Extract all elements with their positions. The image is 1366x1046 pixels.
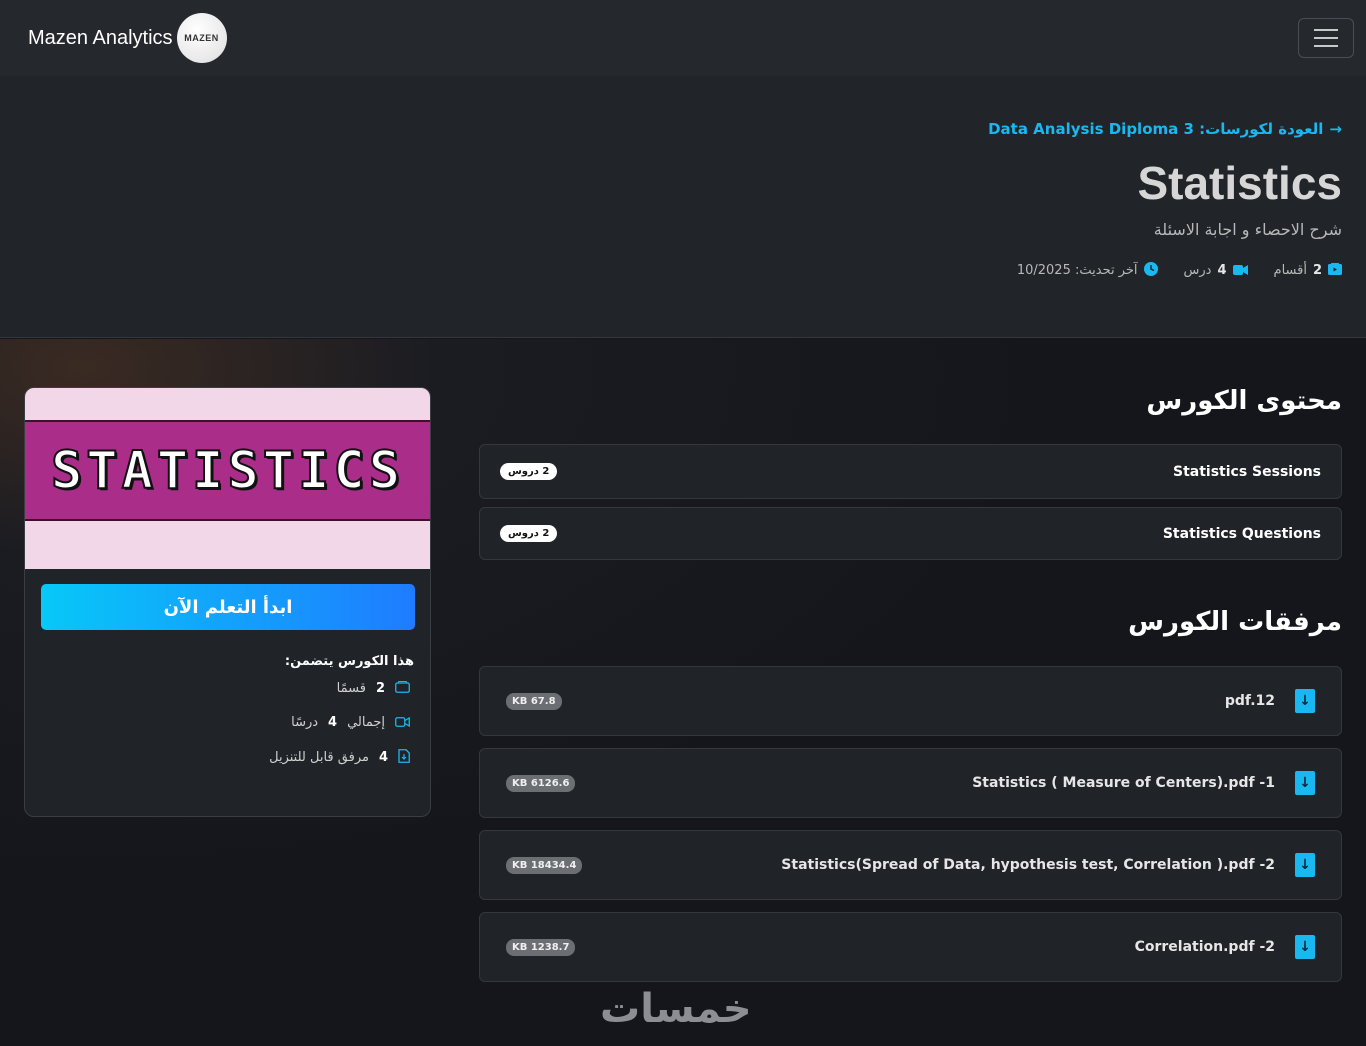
course-section-1[interactable]: 2 دروس Statistics Sessions xyxy=(479,444,1342,499)
lessons-count-badge: 2 دروس xyxy=(500,525,558,542)
course-cover-band: STATISTICS xyxy=(25,420,430,521)
watermark-logo: خمسات xyxy=(600,986,753,1032)
file-download-icon xyxy=(398,749,410,766)
include-downloads-label: مرفق قابل للتنزيل xyxy=(269,750,369,765)
attachment-item[interactable]: KB 6126.6 Statistics ( Measure of Center… xyxy=(479,748,1342,818)
include-sections: 2 قسمًا xyxy=(337,681,410,696)
attachment-info: pdf.12 ↓ xyxy=(1225,689,1315,713)
include-lessons-count: 4 xyxy=(328,715,338,730)
file-size-badge: KB 1238.7 xyxy=(506,938,576,956)
hamburger-icon-bar xyxy=(1314,29,1338,31)
back-link-label: العودة لكورسات: Data Analysis Diploma 3 xyxy=(988,120,1324,138)
meta-updated-label: آخر تحديث: 10/2025 xyxy=(1016,263,1138,278)
file-download-icon[interactable]: ↓ xyxy=(1295,935,1315,959)
includes-title: هذا الكورس يتضمن: xyxy=(284,654,414,669)
course-section-title: Statistics Sessions xyxy=(1172,463,1321,480)
file-download-icon[interactable]: ↓ xyxy=(1295,689,1315,713)
attachment-info: Statistics ( Measure of Centers).pdf -1 … xyxy=(972,771,1315,795)
course-section-2[interactable]: 2 دروس Statistics Questions xyxy=(479,507,1342,560)
start-learning-button[interactable]: ابدأ التعلم الآن xyxy=(41,584,415,630)
attachment-name: Statistics ( Measure of Centers).pdf -1 xyxy=(972,775,1275,791)
attachment-name: Correlation.pdf -2 xyxy=(1134,939,1275,955)
meta-updated: آخر تحديث: 10/2025 xyxy=(1017,262,1158,279)
file-download-icon[interactable]: ↓ xyxy=(1295,853,1315,877)
course-cover-text: STATISTICS xyxy=(50,440,405,502)
back-to-courses-link[interactable]: → العودة لكورسات: Data Analysis Diploma … xyxy=(988,120,1342,138)
include-downloads: 4 مرفق قابل للتنزيل xyxy=(269,749,410,766)
lessons-count-badge: 2 دروس xyxy=(500,463,558,480)
course-section-title: Statistics Questions xyxy=(1162,525,1321,542)
attachment-item[interactable]: KB 18434.4 Statistics(Spread of Data, hy… xyxy=(479,830,1342,900)
hamburger-icon-bar xyxy=(1314,37,1338,39)
attachment-info: Statistics(Spread of Data, hypothesis te… xyxy=(781,853,1315,877)
course-attachments-heading: مرفقات الكورس xyxy=(1128,607,1342,637)
meta-lessons: 4 درس xyxy=(1184,262,1248,279)
include-downloads-count: 4 xyxy=(378,750,388,765)
clock-icon xyxy=(1143,262,1158,279)
file-size-badge: KB 18434.4 xyxy=(506,856,583,874)
include-sections-count: 2 xyxy=(375,681,385,696)
brand-logo: MAZEN xyxy=(176,13,227,63)
attachment-name: Statistics(Spread of Data, hypothesis te… xyxy=(781,857,1275,873)
arrow-right-icon: → xyxy=(1329,120,1342,138)
video-icon xyxy=(395,716,410,730)
include-lessons-prefix: إجمالي xyxy=(347,715,385,730)
hamburger-menu-button[interactable] xyxy=(1298,18,1354,58)
course-hero: → العودة لكورسات: Data Analysis Diploma … xyxy=(0,76,1366,338)
attachment-info: Correlation.pdf -2 ↓ xyxy=(1135,935,1315,959)
include-sections-label: قسمًا xyxy=(336,681,366,696)
brand-link[interactable]: Mazen Analytics MAZEN xyxy=(28,13,227,63)
course-sidebar-card: STATISTICS ابدأ التعلم الآن هذا الكورس ي… xyxy=(24,387,431,817)
meta-sections-label: أقسام xyxy=(1273,263,1307,278)
attachment-item[interactable]: KB 67.8 pdf.12 ↓ xyxy=(479,666,1342,736)
course-meta: 2 أقسام 4 درس آخر تحديث: 10/2025 xyxy=(1017,262,1342,279)
file-download-icon[interactable]: ↓ xyxy=(1295,771,1315,795)
course-cover-image: STATISTICS xyxy=(25,388,430,569)
file-size-badge: KB 67.8 xyxy=(506,692,562,710)
file-size-badge: KB 6126.6 xyxy=(506,774,576,792)
include-lessons: إجمالي 4 درسًا xyxy=(291,715,410,730)
course-content-heading: محتوى الكورس xyxy=(1146,386,1342,416)
meta-lessons-label: درس xyxy=(1183,263,1212,278)
page-subtitle: شرح الاحصاء و اجابة الاسئلة xyxy=(1153,220,1342,239)
video-icon xyxy=(1232,264,1248,278)
brand-text: Mazen Analytics xyxy=(28,26,173,49)
meta-sections-count: 2 xyxy=(1312,263,1322,278)
hamburger-icon-bar xyxy=(1314,45,1338,47)
attachment-item[interactable]: KB 1238.7 Correlation.pdf -2 ↓ xyxy=(479,912,1342,982)
include-lessons-label: درسًا xyxy=(291,715,319,730)
folder-icon xyxy=(395,681,410,696)
attachment-name: pdf.12 xyxy=(1224,693,1275,709)
meta-sections: 2 أقسام xyxy=(1274,262,1342,279)
meta-lessons-count: 4 xyxy=(1217,263,1227,278)
folder-icon xyxy=(1328,263,1342,278)
navbar: Mazen Analytics MAZEN xyxy=(0,0,1366,76)
page-title: Statistics xyxy=(1137,157,1342,209)
